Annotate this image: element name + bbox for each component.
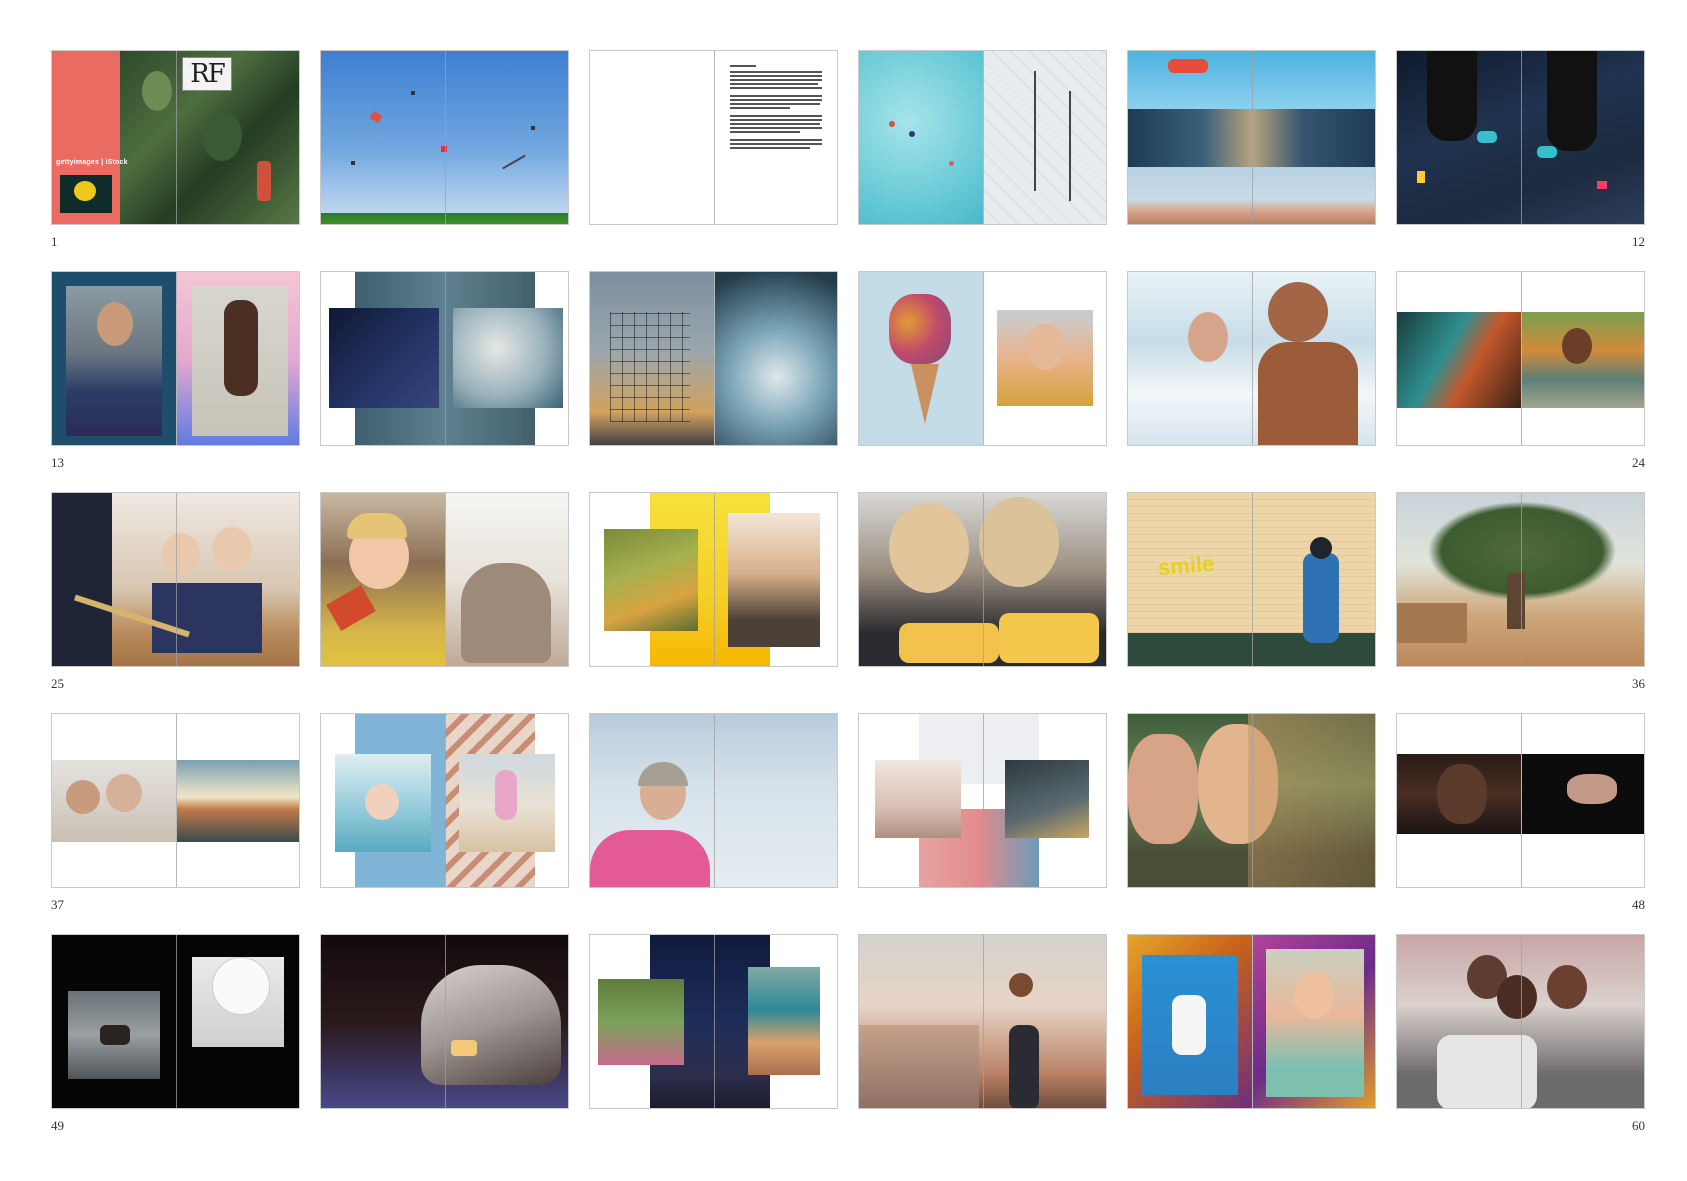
spread-basketball[interactable]	[858, 934, 1107, 1109]
page-number-end: 36	[1632, 676, 1645, 691]
spread-kendo-kids[interactable]	[51, 492, 300, 667]
spread-portraits[interactable]	[51, 271, 300, 446]
page-number-start: 37	[51, 897, 64, 912]
spread-horse-bubble[interactable]	[51, 934, 300, 1109]
spread-parrot-bear[interactable]	[320, 271, 569, 446]
spread-friends-selfie[interactable]	[1396, 934, 1645, 1109]
spread-fries-couple[interactable]	[858, 492, 1107, 667]
spread-pink-collage[interactable]	[858, 713, 1107, 888]
spread-thumbnail-grid: RF gettyimages | iStock 1 12 13 24 smile…	[51, 50, 1645, 1155]
spread-city-feet[interactable]	[1396, 50, 1645, 225]
spread-girls-color[interactable]	[1127, 934, 1376, 1109]
spread-row-3: smile 25 36	[51, 492, 1645, 713]
page-number-end: 60	[1632, 1118, 1645, 1133]
page-number-end: 24	[1632, 455, 1645, 470]
spread-dark-hands[interactable]	[1396, 713, 1645, 888]
spread-smile-wall[interactable]: smile	[1127, 492, 1376, 667]
page-number-start: 25	[51, 676, 64, 691]
spread-ocean-grandpa[interactable]	[1127, 271, 1376, 446]
spread-row-5: 49 60	[51, 934, 1645, 1155]
spread-blanket-phone[interactable]	[320, 934, 569, 1109]
spread-baobab-tree[interactable]	[1396, 492, 1645, 667]
spread-three-strips[interactable]	[1127, 50, 1376, 225]
spread-pool-beach[interactable]	[320, 713, 569, 888]
wall-graffiti: smile	[1156, 550, 1216, 581]
spread-row-2: 13 24	[51, 271, 1645, 492]
rf-logo: RF	[182, 57, 232, 91]
spread-boy-camel[interactable]	[320, 492, 569, 667]
page-number-end: 12	[1632, 234, 1645, 249]
spread-water-portraits[interactable]	[1396, 271, 1645, 446]
spread-text-page[interactable]	[589, 50, 838, 225]
page-number-end: 48	[1632, 897, 1645, 912]
spread-woman-sky[interactable]	[589, 713, 838, 888]
spread-laughing-strip[interactable]	[51, 713, 300, 888]
spread-row-1: RF gettyimages | iStock 1 12	[51, 50, 1645, 271]
brand-text: gettyimages | iStock	[56, 159, 128, 166]
spread-night-sky-collage[interactable]	[589, 934, 838, 1109]
spread-two-girls[interactable]	[1127, 713, 1376, 888]
spread-icecream-boy[interactable]	[858, 271, 1107, 446]
page-number-start: 1	[51, 234, 58, 249]
page-number-start: 13	[51, 455, 64, 470]
spread-row-4: 37 48	[51, 713, 1645, 934]
spread-kites[interactable]	[320, 50, 569, 225]
spread-scaffold-diver[interactable]	[589, 271, 838, 446]
page-number-start: 49	[51, 1118, 64, 1133]
spread-pool-aerial[interactable]	[858, 50, 1107, 225]
spread-cover[interactable]: RF gettyimages | iStock	[51, 50, 300, 225]
spread-yellow-collage[interactable]	[589, 492, 838, 667]
